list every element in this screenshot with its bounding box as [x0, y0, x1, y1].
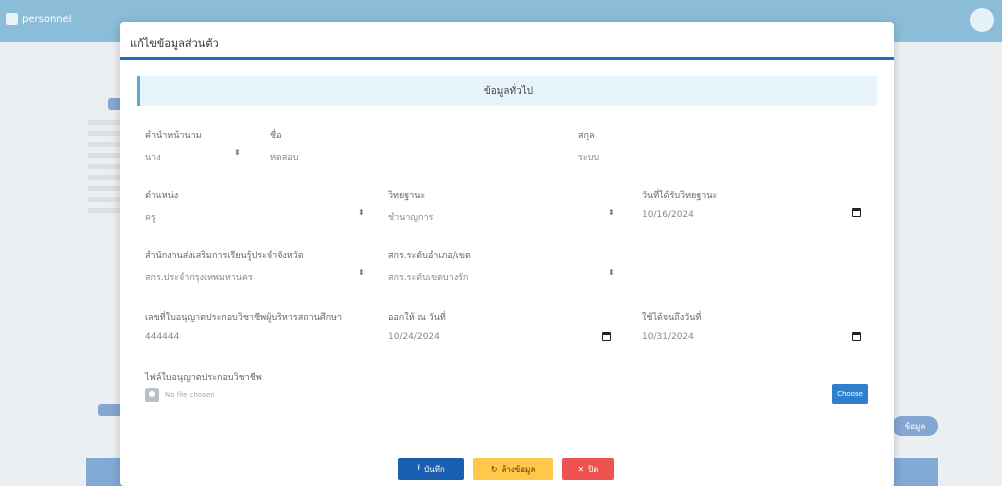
- province-office-label: สำนักงานส่งเสริมการเรียนรู้ประจำจังหวัด: [145, 251, 304, 261]
- license-no-input[interactable]: 444444: [145, 332, 342, 342]
- province-office-field[interactable]: สำนักงานส่งเสริมการเรียนรู้ประจำจังหวัด …: [145, 248, 304, 284]
- chevron-updown-icon: ⬍: [608, 208, 615, 217]
- prefix-label: คำนำหน้านาม: [145, 131, 202, 141]
- chevron-updown-icon: ⬍: [358, 268, 365, 277]
- edit-profile-modal: แก้ไขข้อมูลส่วนตัว ข้อมูลทั่วไป คำนำหน้า…: [120, 22, 894, 486]
- academic-rank-label: วิทยฐานะ: [388, 191, 426, 201]
- expire-date-input[interactable]: 10/31/2024: [642, 332, 701, 342]
- position-select[interactable]: ครู: [145, 210, 178, 224]
- license-no-field[interactable]: เลขที่ใบอนุญาตประกอบวิชาชีพผู้บริหารสถาน…: [145, 310, 342, 342]
- chevron-updown-icon: ⬍: [608, 268, 615, 277]
- calendar-icon[interactable]: [852, 332, 861, 341]
- expire-date-field[interactable]: ใช้ได้จนถึงวันที่ 10/31/2024: [642, 310, 701, 342]
- upload-preview[interactable]: No file chosen: [145, 388, 215, 402]
- issue-date-input[interactable]: 10/24/2024: [388, 332, 446, 342]
- modal-header: แก้ไขข้อมูลส่วนตัว: [120, 22, 894, 60]
- rank-date-input[interactable]: 10/16/2024: [642, 210, 717, 220]
- last-name-input[interactable]: ระบบ: [578, 150, 599, 164]
- clear-button-label: ล้างข้อมูล: [501, 464, 536, 474]
- first-name-input[interactable]: ทดสอบ: [270, 150, 298, 164]
- close-button[interactable]: ✕ ปิด: [562, 458, 614, 480]
- upload-field: ไฟล์ใบอนุญาตประกอบวิชาชีพ: [145, 370, 262, 384]
- position-field[interactable]: ตำแหน่ง ครู: [145, 188, 178, 224]
- save-button[interactable]: ⭱ บันทึก: [398, 458, 464, 480]
- upload-icon: ⭱: [417, 463, 421, 472]
- issue-date-label: ออกให้ ณ วันที่: [388, 313, 446, 323]
- clear-button[interactable]: ↻ ล้างข้อมูล: [473, 458, 553, 480]
- section-title: ข้อมูลทั่วไป: [483, 85, 534, 97]
- modal-title: แก้ไขข้อมูลส่วนตัว: [130, 37, 219, 50]
- calendar-icon[interactable]: [852, 208, 861, 217]
- calendar-icon[interactable]: [602, 332, 611, 341]
- section-header: ข้อมูลทั่วไป: [137, 76, 877, 106]
- last-name-label: สกุล: [578, 131, 595, 141]
- close-icon: ✕: [577, 464, 585, 474]
- district-office-field[interactable]: สกร.ระดับอำเภอ/เขต สกร.ระดับเขตบางรัก: [388, 248, 471, 284]
- last-name-field[interactable]: สกุล ระบบ: [578, 128, 599, 164]
- prefix-field[interactable]: คำนำหน้านาม นาง: [145, 128, 202, 164]
- save-button-label: บันทึก: [424, 464, 445, 474]
- position-label: ตำแหน่ง: [145, 191, 179, 201]
- district-office-select[interactable]: สกร.ระดับเขตบางรัก: [388, 270, 471, 284]
- academic-rank-field[interactable]: วิทยฐานะ ชำนาญการ: [388, 188, 433, 224]
- license-no-label: เลขที่ใบอนุญาตประกอบวิชาชีพผู้บริหารสถาน…: [145, 313, 343, 323]
- choose-file-button[interactable]: Choose: [832, 384, 868, 404]
- rank-date-label: วันที่ได้รับวิทยฐานะ: [642, 191, 718, 201]
- close-button-label: ปิด: [588, 464, 599, 474]
- refresh-icon: ↻: [490, 464, 498, 474]
- first-name-label: ชื่อ: [270, 131, 282, 141]
- prefix-select[interactable]: นาง: [145, 150, 202, 164]
- upload-placeholder: No file chosen: [165, 391, 215, 399]
- expire-date-label: ใช้ได้จนถึงวันที่: [642, 313, 702, 323]
- district-office-label: สกร.ระดับอำเภอ/เขต: [388, 251, 471, 261]
- issue-date-field[interactable]: ออกให้ ณ วันที่ 10/24/2024: [388, 310, 446, 342]
- chevron-updown-icon: ⬍: [234, 148, 241, 157]
- first-name-field[interactable]: ชื่อ ทดสอบ: [270, 128, 298, 164]
- image-placeholder-icon: [145, 388, 159, 402]
- chevron-updown-icon: ⬍: [358, 208, 365, 217]
- academic-rank-select[interactable]: ชำนาญการ: [388, 210, 433, 224]
- rank-date-field[interactable]: วันที่ได้รับวิทยฐานะ 10/16/2024: [642, 188, 717, 220]
- upload-label: ไฟล์ใบอนุญาตประกอบวิชาชีพ: [145, 373, 262, 383]
- province-office-select[interactable]: สกร.ประจำกรุงเทพมหานคร: [145, 270, 304, 284]
